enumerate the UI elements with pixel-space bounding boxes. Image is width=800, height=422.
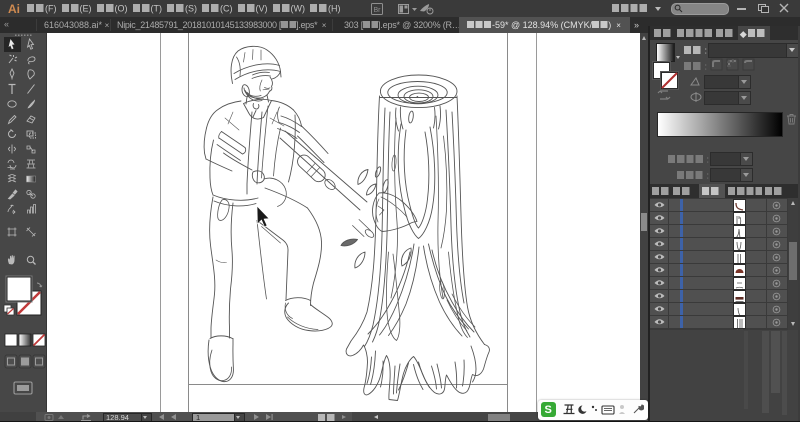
svg-text:Br: Br <box>374 7 382 14</box>
